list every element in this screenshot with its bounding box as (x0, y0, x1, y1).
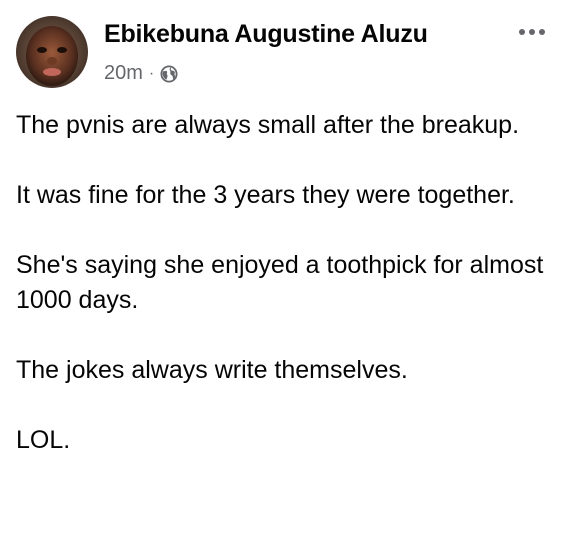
post-body: The pvnis are always small after the bre… (16, 108, 546, 493)
timestamp[interactable]: 20m (104, 62, 143, 85)
post-paragraph: It was fine for the 3 years they were to… (16, 181, 515, 209)
globe-icon[interactable] (160, 65, 178, 83)
post-paragraph: The pvnis are always small after the bre… (16, 111, 520, 139)
more-dot (529, 29, 535, 35)
avatar-image (16, 16, 88, 88)
author-name[interactable]: Ebikebuna Augustine Aluzu (104, 20, 428, 49)
more-dot (539, 29, 545, 35)
more-options-icon[interactable] (514, 22, 550, 42)
post-paragraph: She's saying she enjoyed a toothpick for… (16, 251, 544, 314)
post-meta: 20m · (104, 62, 178, 85)
meta-separator: · (148, 64, 155, 82)
post-paragraph: LOL. (16, 426, 71, 454)
post-paragraph: The jokes always write themselves. (16, 356, 408, 384)
avatar[interactable] (16, 16, 88, 88)
facebook-post: Ebikebuna Augustine Aluzu 20m · The pvni… (0, 0, 562, 542)
more-dot (519, 29, 525, 35)
